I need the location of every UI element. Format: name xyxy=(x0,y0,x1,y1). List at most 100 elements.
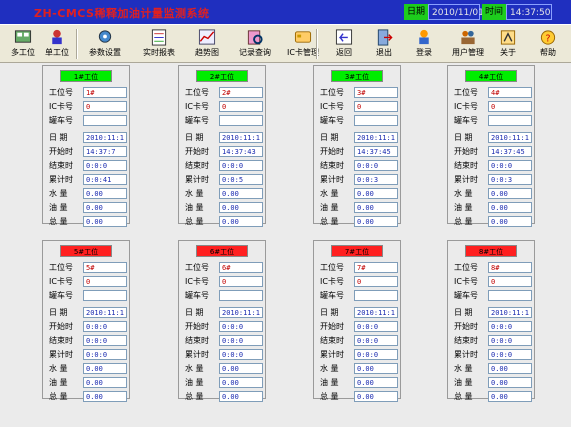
field-value: 0.00 xyxy=(488,377,532,388)
field-value xyxy=(219,290,263,301)
field-value: 0 xyxy=(83,101,127,112)
field-label: 总 量 xyxy=(454,392,473,401)
station-field-row: 油 量 0.00 xyxy=(49,202,129,213)
station-panel-7: 7#工位 工位号 7# IC卡号 0 罐车号日 期 2010:11:1 开始时 0:0:0 结束时… xyxy=(313,240,401,402)
toolbar-button-exit[interactable]: 退出 xyxy=(362,26,406,61)
field-label: 罐车号 xyxy=(320,291,344,300)
field-label: 累计时 xyxy=(320,175,344,184)
field-label: 工位号 xyxy=(185,263,209,272)
field-value xyxy=(488,290,532,301)
field-label: 结束时 xyxy=(185,336,209,345)
station-field-row: 总 量 0.00 xyxy=(185,216,265,227)
field-value: 0:0:0 xyxy=(488,321,532,332)
field-value: 0.00 xyxy=(354,377,398,388)
field-value: 0:0:0 xyxy=(354,321,398,332)
toolbar-button-trend-chart[interactable]: 趋势图 xyxy=(185,26,229,61)
station-field-row: 结束时 0:0:0 xyxy=(320,335,400,346)
field-label: 结束时 xyxy=(454,161,478,170)
toolbar-button-about[interactable]: 关于 xyxy=(486,26,530,61)
toolbar-button-ic-card[interactable]: IC卡管理 xyxy=(281,26,325,61)
station-field-row: 水 量 0.00 xyxy=(185,188,265,199)
svg-text:?: ? xyxy=(545,33,550,44)
station-field-row: 开始时 0:0:0 xyxy=(185,321,265,332)
field-label: 开始时 xyxy=(454,147,478,156)
field-value: 0.00 xyxy=(219,216,263,227)
field-label: 开始时 xyxy=(320,322,344,331)
field-label: 日 期 xyxy=(185,133,204,142)
field-label: 日 期 xyxy=(49,308,68,317)
field-value xyxy=(354,115,398,126)
station-status-badge: 2#工位 xyxy=(196,70,248,82)
station-field-row: 水 量 0.00 xyxy=(454,188,534,199)
station-field-row: IC卡号 0 xyxy=(320,276,400,287)
field-value: 0.00 xyxy=(488,216,532,227)
field-label: 开始时 xyxy=(49,147,73,156)
toolbar-button-user-manage[interactable]: 用户管理 xyxy=(446,26,490,61)
field-value: 0:0:0 xyxy=(83,349,127,360)
toolbar-button-report[interactable]: 实时报表 xyxy=(137,26,181,61)
station-field-row: 日 期 2010:11:1 xyxy=(185,132,265,143)
field-value: 0:0:0 xyxy=(83,160,127,171)
field-value: 0.00 xyxy=(219,202,263,213)
date-label: 日期 xyxy=(404,4,429,20)
field-value: 0:0:0 xyxy=(83,335,127,346)
field-value: 1# xyxy=(83,87,127,98)
station-field-row: 结束时 0:0:0 xyxy=(185,160,265,171)
station-field-row: 罐车号 xyxy=(49,290,129,301)
field-value: 0 xyxy=(488,276,532,287)
field-value: 0:0:0 xyxy=(219,349,263,360)
field-value: 0.00 xyxy=(488,202,532,213)
station-status-badge: 6#工位 xyxy=(196,245,248,257)
field-value: 0:0:0 xyxy=(488,335,532,346)
station-field-row: 开始时 0:0:0 xyxy=(454,321,534,332)
station-field-row: 总 量 0.00 xyxy=(320,391,400,402)
field-label: 结束时 xyxy=(185,161,209,170)
field-label: 工位号 xyxy=(454,88,478,97)
station-field-row: 结束时 0:0:0 xyxy=(49,160,129,171)
field-label: 水 量 xyxy=(49,364,68,373)
toolbar-button-login[interactable]: 登录 xyxy=(402,26,446,61)
field-value: 2010:11:1 xyxy=(83,307,127,318)
field-value: 0.00 xyxy=(488,188,532,199)
field-label: 工位号 xyxy=(454,263,478,272)
field-value: 0:0:3 xyxy=(488,174,532,185)
station-status-badge: 3#工位 xyxy=(331,70,383,82)
field-value: 0.00 xyxy=(354,202,398,213)
field-value: 0.00 xyxy=(83,391,127,402)
field-label: 工位号 xyxy=(49,88,73,97)
station-field-row: 总 量 0.00 xyxy=(185,391,265,402)
field-value: 0.00 xyxy=(83,202,127,213)
station-field-row: IC卡号 0 xyxy=(454,101,534,112)
station-field-row: 水 量 0.00 xyxy=(320,363,400,374)
station-field-row: 结束时 0:0:0 xyxy=(454,335,534,346)
record-query-icon xyxy=(247,30,263,45)
station-field-row: 水 量 0.00 xyxy=(49,188,129,199)
field-value: 5# xyxy=(83,262,127,273)
field-value: 0:0:0 xyxy=(354,349,398,360)
toolbar-button-single-station[interactable]: 单工位 xyxy=(35,26,79,61)
toolbar-button-help[interactable]: ? 帮助 xyxy=(526,26,570,61)
station-field-row: 油 量 0.00 xyxy=(185,202,265,213)
toolbar-button-back[interactable]: 返回 xyxy=(322,26,366,61)
station-status-badge: 8#工位 xyxy=(465,245,517,257)
toolbar-button-settings[interactable]: 参数设置 xyxy=(83,26,127,61)
field-value: 2# xyxy=(219,87,263,98)
date-value: 2010/11/01 xyxy=(428,4,484,20)
user-manage-icon xyxy=(461,30,475,45)
station-field-row: 日 期 2010:11:1 xyxy=(185,307,265,318)
field-value: 2010:11:1 xyxy=(354,132,398,143)
field-value: 14:37:45 xyxy=(354,146,398,157)
station-field-row: 工位号 3# xyxy=(320,87,400,98)
field-value: 0:0:0 xyxy=(488,349,532,360)
toolbar-button-label: 用户管理 xyxy=(452,48,484,57)
field-label: 日 期 xyxy=(454,308,473,317)
field-label: 水 量 xyxy=(320,364,339,373)
station-field-row: 结束时 0:0:0 xyxy=(320,160,400,171)
station-field-row: 油 量 0.00 xyxy=(320,377,400,388)
field-label: 累计时 xyxy=(454,350,478,359)
field-label: 开始时 xyxy=(454,322,478,331)
back-icon xyxy=(335,29,353,45)
toolbar-button-record-query[interactable]: 记录查询 xyxy=(233,26,277,61)
field-label: 开始时 xyxy=(185,147,209,156)
field-label: 总 量 xyxy=(320,217,339,226)
